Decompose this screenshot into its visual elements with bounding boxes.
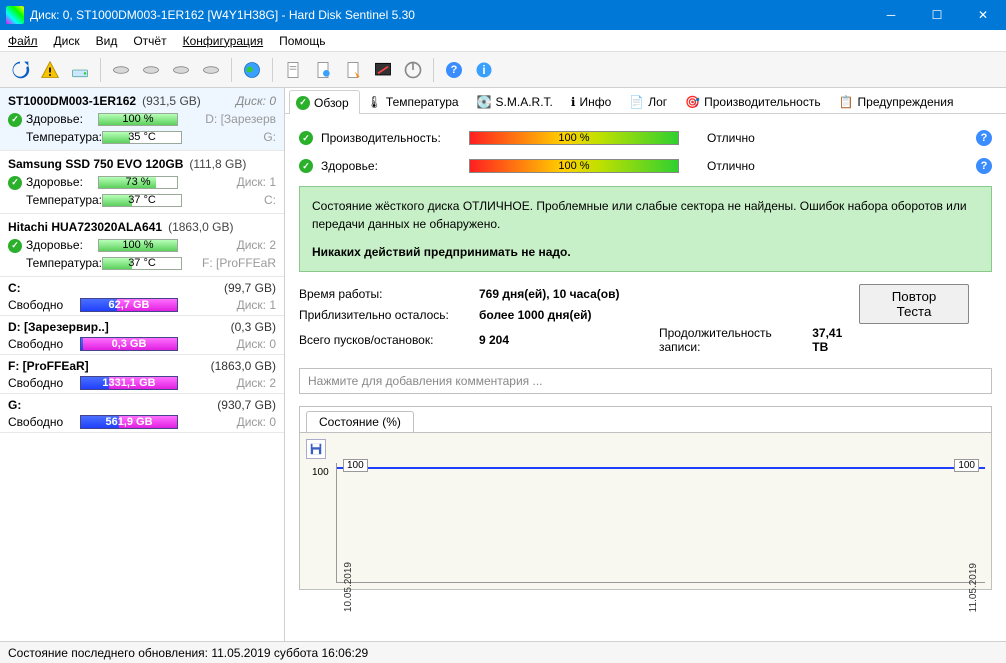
starts-value: 9 204 xyxy=(479,333,659,347)
chart-area: Состояние (%) 100 100 100 10.05.2019 11.… xyxy=(299,406,992,590)
performance-verdict: Отлично xyxy=(707,131,755,145)
disk-tool-1[interactable] xyxy=(107,56,135,84)
performance-label: Производительность: xyxy=(321,131,461,145)
check-icon: ✓ xyxy=(296,96,310,110)
tab-performance[interactable]: 🎯Производительность xyxy=(678,89,831,113)
chart-tab-status[interactable]: Состояние (%) xyxy=(306,411,414,432)
health-bar: 100 % xyxy=(469,159,679,173)
comment-input[interactable]: Нажмите для добавления комментария ... xyxy=(299,368,992,394)
toolbar: ? i xyxy=(0,52,1006,88)
disk-item[interactable]: Hitachi HUA723020ALA641 (1863,0 GB) ✓Здо… xyxy=(0,214,284,277)
chart-plot: 100 100 10.05.2019 11.05.2019 xyxy=(336,463,985,583)
volume-item[interactable]: C:(99,7 GB) Свободно 62,7 GB Диск: 1 xyxy=(0,277,284,316)
volume-item[interactable]: G:(930,7 GB) Свободно 561,9 GB Диск: 0 xyxy=(0,394,284,433)
help-icon[interactable]: ? xyxy=(976,158,992,174)
chart-point-b: 100 xyxy=(954,459,979,472)
doc-button-3[interactable] xyxy=(339,56,367,84)
tab-info[interactable]: ℹИнфо xyxy=(564,89,622,113)
chart-date-a: 10.05.2019 xyxy=(343,562,354,612)
chart-point-a: 100 xyxy=(343,459,368,472)
volume-item[interactable]: F: [ProFFEaR](1863,0 GB) Свободно 1331,1… xyxy=(0,355,284,394)
tab-log[interactable]: 📄Лог xyxy=(622,89,678,113)
sidebar: ST1000DM003-1ER162 (931,5 GB)Диск: 0 ✓Зд… xyxy=(0,88,285,641)
status-message: Состояние жёсткого диска ОТЛИЧНОЕ. Пробл… xyxy=(299,186,992,272)
chart-line xyxy=(337,467,985,469)
health-status-row: ✓ Здоровье: 100 % Отлично ? xyxy=(299,152,992,180)
health-label: Здоровье: xyxy=(321,159,461,173)
save-chart-button[interactable] xyxy=(306,439,326,459)
write-label: Продолжительность записи: xyxy=(659,326,808,354)
info-table: Время работы: 769 дня(ей), 10 часа(ов) П… xyxy=(299,284,992,354)
doc-button-2[interactable] xyxy=(309,56,337,84)
menu-report[interactable]: Отчёт xyxy=(133,34,166,48)
menu-disk[interactable]: Диск xyxy=(54,34,80,48)
uptime-value: 769 дня(ей), 10 часа(ов) xyxy=(479,287,659,301)
write-value: 37,41 TB xyxy=(812,326,859,354)
status-text-1: Состояние жёсткого диска ОТЛИЧНОЕ. Пробл… xyxy=(312,197,979,233)
remaining-label: Приблизительно осталось: xyxy=(299,308,479,322)
performance-bar: 100 % xyxy=(469,131,679,145)
globe-button[interactable] xyxy=(238,56,266,84)
svg-text:i: i xyxy=(482,64,485,77)
help-icon[interactable]: ? xyxy=(976,130,992,146)
doc-button-1[interactable] xyxy=(279,56,307,84)
chart-date-b: 11.05.2019 xyxy=(968,563,979,612)
power-button[interactable] xyxy=(399,56,427,84)
status-text: Состояние последнего обновления: 11.05.2… xyxy=(8,646,368,660)
info-button[interactable]: i xyxy=(470,56,498,84)
help-button[interactable]: ? xyxy=(440,56,468,84)
check-icon: ✓ xyxy=(299,159,313,173)
tab-overview[interactable]: ✓Обзор xyxy=(289,90,360,114)
menu-file[interactable]: Файл xyxy=(8,34,38,48)
starts-label: Всего пусков/остановок: xyxy=(299,333,479,347)
main-panel: ✓Обзор 🌡Температура 💽S.M.A.R.T. ℹИнфо 📄Л… xyxy=(285,88,1006,641)
tab-smart[interactable]: 💽S.M.A.R.T. xyxy=(470,89,564,113)
check-icon: ✓ xyxy=(299,131,313,145)
window-title: Диск: 0, ST1000DM003-1ER162 [W4Y1H38G] -… xyxy=(30,8,868,22)
thermometer-icon: 🌡 xyxy=(367,95,382,109)
tab-temperature[interactable]: 🌡Температура xyxy=(360,89,470,113)
titlebar: Диск: 0, ST1000DM003-1ER162 [W4Y1H38G] -… xyxy=(0,0,1006,30)
disk-item[interactable]: ST1000DM003-1ER162 (931,5 GB)Диск: 0 ✓Зд… xyxy=(0,88,284,151)
remaining-value: более 1000 дня(ей) xyxy=(479,308,659,322)
menu-view[interactable]: Вид xyxy=(96,34,118,48)
tab-bar: ✓Обзор 🌡Температура 💽S.M.A.R.T. ℹИнфо 📄Л… xyxy=(285,88,1006,114)
performance-status-row: ✓ Производительность: 100 % Отлично ? xyxy=(299,124,992,152)
menubar: Файл Диск Вид Отчёт Конфигурация Помощь xyxy=(0,30,1006,52)
disk-tool-2[interactable] xyxy=(137,56,165,84)
drive-button[interactable] xyxy=(66,56,94,84)
volume-item[interactable]: D: [Зарезервир..](0,3 GB) Свободно 0,3 G… xyxy=(0,316,284,355)
disk-item[interactable]: Samsung SSD 750 EVO 120GB (111,8 GB) ✓Зд… xyxy=(0,151,284,214)
refresh-button[interactable] xyxy=(6,56,34,84)
log-icon: 📄 xyxy=(629,95,644,109)
app-icon xyxy=(6,6,24,24)
warning-button[interactable] xyxy=(36,56,64,84)
menu-config[interactable]: Конфигурация xyxy=(183,34,264,48)
status-text-2: Никаких действий предпринимать не надо. xyxy=(312,243,979,261)
uptime-label: Время работы: xyxy=(299,287,479,301)
chart-ytick: 100 xyxy=(312,467,329,478)
statusbar: Состояние последнего обновления: 11.05.2… xyxy=(0,641,1006,663)
menu-help[interactable]: Помощь xyxy=(279,34,325,48)
info-icon: ℹ xyxy=(571,95,576,109)
close-button[interactable]: ✕ xyxy=(960,0,1006,30)
disk-tool-3[interactable] xyxy=(167,56,195,84)
disk-tool-4[interactable] xyxy=(197,56,225,84)
tab-alerts[interactable]: 📋Предупреждения xyxy=(832,89,965,113)
health-verdict: Отлично xyxy=(707,159,755,173)
minimize-button[interactable]: ─ xyxy=(868,0,914,30)
disk-icon: 💽 xyxy=(477,95,492,109)
alert-icon: 📋 xyxy=(839,95,854,109)
maximize-button[interactable]: ☐ xyxy=(914,0,960,30)
retest-button[interactable]: Повтор Теста xyxy=(859,284,969,324)
target-icon: 🎯 xyxy=(685,95,700,109)
test-button[interactable] xyxy=(369,56,397,84)
